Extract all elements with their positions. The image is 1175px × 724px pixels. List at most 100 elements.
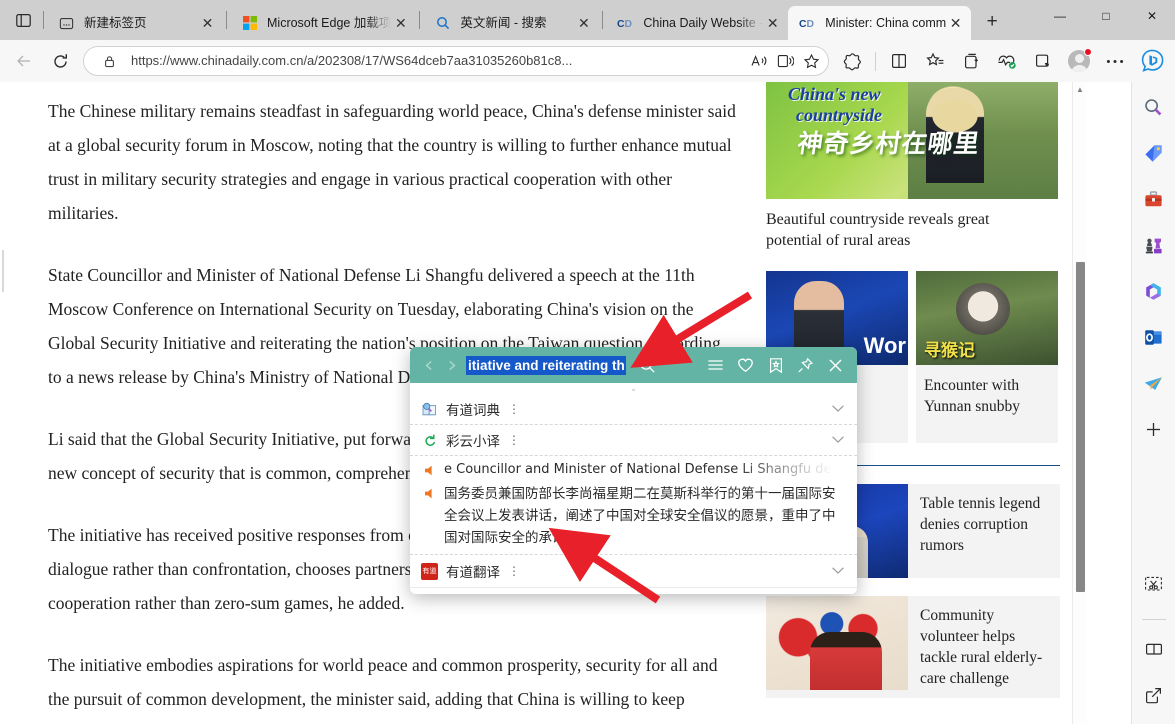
engine-options-icon[interactable]: ⋮ — [508, 565, 520, 577]
list-item-caption: Community volunteer helps tackle rural e… — [920, 607, 1043, 687]
translation-search-input[interactable]: itiative and reiterating th — [466, 355, 626, 375]
chevron-down-icon[interactable] — [831, 402, 845, 416]
pin-icon[interactable] — [792, 352, 819, 379]
tab-close-button[interactable]: ✕ — [946, 14, 965, 33]
hamburger-menu-icon[interactable] — [702, 352, 729, 379]
open-external-icon[interactable] — [1137, 678, 1171, 712]
list-item[interactable]: Community volunteer helps tackle rural e… — [766, 596, 1060, 698]
screenshot-snip-icon[interactable] — [1137, 567, 1171, 601]
caiyun-icon — [420, 431, 439, 450]
china-daily-icon: C D — [617, 15, 634, 32]
ellipsis-more-icon[interactable] — [1099, 45, 1131, 77]
title-bar: 新建标签页 ✕ Microsoft Edge 加载项 ✕ 英文新闻 - 搜索 ✕… — [0, 0, 1175, 40]
page-scrollbar[interactable]: ▲ — [1072, 82, 1087, 724]
tab-close-button[interactable]: ✕ — [763, 14, 782, 33]
refresh-icon[interactable] — [44, 45, 76, 77]
back-arrow-icon[interactable] — [8, 45, 40, 77]
profile-notification-badge — [1084, 48, 1092, 56]
translation-engine-youdao-dict[interactable]: 有道词典 ⋮ — [410, 394, 857, 425]
browser-essentials-icon[interactable] — [836, 45, 868, 77]
banner-caption[interactable]: Beautiful countryside reveals great pote… — [766, 199, 1060, 251]
maximize-button[interactable]: □ — [1083, 0, 1129, 32]
tab-label: 新建标签页 — [84, 15, 147, 30]
tools-briefcase-icon[interactable] — [1137, 182, 1171, 216]
toolbar-divider — [875, 51, 876, 71]
article-paragraph: The Chinese military remains steadfast i… — [48, 101, 736, 223]
chevron-left-icon[interactable] — [418, 354, 440, 376]
browser-window: 新建标签页 ✕ Microsoft Edge 加载项 ✕ 英文新闻 - 搜索 ✕… — [0, 0, 1175, 724]
scrollbar-thumb[interactable] — [1076, 262, 1085, 592]
tab-minister-china-article[interactable]: C D Minister: China comm ✕ — [788, 6, 972, 40]
chevron-down-icon[interactable] — [831, 564, 845, 578]
split-screen-icon[interactable] — [1137, 632, 1171, 666]
edge-sidebar-rail — [1131, 82, 1175, 724]
bookmark-icon[interactable] — [762, 352, 789, 379]
url-text: https://www.chinadaily.com.cn/a/202308/1… — [131, 53, 573, 68]
countryside-banner[interactable]: China's new countryside 神奇乡村在哪里 — [766, 82, 1058, 199]
banner-title-chinese: 神奇乡村在哪里 — [795, 129, 982, 158]
tab-divider — [43, 11, 44, 29]
split-screen-icon[interactable] — [883, 45, 915, 77]
tab-close-button[interactable]: ✕ — [198, 14, 217, 33]
sidebar-tile-monkey[interactable]: Encounter with Yunnan snubby — [916, 271, 1058, 443]
profile-avatar-icon[interactable] — [1063, 45, 1095, 77]
tab-close-button[interactable]: ✕ — [574, 14, 593, 33]
tab-strip: 新建标签页 ✕ Microsoft Edge 加载项 ✕ 英文新闻 - 搜索 ✕… — [0, 0, 1037, 40]
engine-options-icon[interactable]: ⋮ — [508, 403, 520, 415]
engine-name: 彩云小译 — [446, 434, 500, 450]
source-text: e Councillor and Minister of National De… — [444, 462, 845, 477]
source-text-line: e Councillor and Minister of National De… — [420, 460, 845, 480]
tab-english-news-search[interactable]: 英文新闻 - 搜索 ✕ — [423, 6, 599, 40]
translated-text-line: 国务委员兼国防部长李尚福星期二在莫斯科举行的第十一届国际安全会议上发表讲话，阐述… — [420, 483, 845, 549]
tab-china-daily-website[interactable]: C D China Daily Website - ✕ — [606, 6, 788, 40]
scroll-up-arrow-icon[interactable]: ▲ — [1076, 85, 1084, 94]
translation-engine-caiyun[interactable]: 彩云小译 ⋮ — [410, 425, 857, 456]
performance-health-icon[interactable] — [991, 45, 1023, 77]
youdao-dict-icon — [420, 400, 439, 419]
microsoft-logo-icon — [241, 15, 258, 32]
chevron-down-icon[interactable] — [831, 433, 845, 447]
banner-title-line2: countryside — [796, 105, 883, 125]
search-icon[interactable] — [634, 352, 660, 378]
tab-search-icon[interactable] — [6, 3, 40, 37]
new-tab-icon — [58, 15, 75, 32]
add-sidebar-icon[interactable] — [1137, 412, 1171, 446]
close-icon[interactable] — [822, 352, 849, 379]
lock-icon — [96, 48, 122, 74]
engine-options-icon[interactable]: ⋮ — [508, 434, 520, 446]
immersive-reader-icon[interactable] — [772, 48, 798, 74]
tab-new-tab-page[interactable]: 新建标签页 ✕ — [47, 6, 223, 40]
microsoft-365-icon[interactable] — [1137, 274, 1171, 308]
copilot-bing-icon[interactable] — [1135, 44, 1169, 78]
tab-divider — [419, 11, 421, 29]
tab-close-button[interactable]: ✕ — [391, 14, 410, 33]
china-daily-icon: C D — [799, 15, 816, 32]
chevron-right-icon[interactable] — [440, 354, 462, 376]
shopping-tag-icon[interactable] — [1137, 136, 1171, 170]
speaker-icon[interactable] — [422, 463, 437, 478]
heart-icon[interactable] — [732, 352, 759, 379]
bing-search-icon[interactable] — [1137, 90, 1171, 124]
collections-icon[interactable] — [955, 45, 987, 77]
minimize-button[interactable]: — — [1037, 0, 1083, 32]
extensions-icon[interactable] — [1027, 45, 1059, 77]
monkey-photo — [916, 271, 1058, 365]
browser-toolbar: https://www.chinadaily.com.cn/a/202308/1… — [0, 40, 1175, 82]
telegram-send-icon[interactable] — [1137, 366, 1171, 400]
address-bar[interactable]: https://www.chinadaily.com.cn/a/202308/1… — [83, 46, 829, 76]
close-button[interactable]: ✕ — [1129, 0, 1175, 32]
popup-collapse-handle[interactable]: ⌄ — [410, 383, 857, 394]
read-aloud-icon[interactable] — [746, 48, 772, 74]
translation-popup[interactable]: itiative and reiterating th ⌄ 有道词典 ⋮ 彩云小… — [410, 347, 857, 594]
favorites-list-icon[interactable] — [919, 45, 951, 77]
translation-engine-youdao-translate[interactable]: 有道 有道翻译 ⋮ — [410, 554, 857, 587]
engine-name: 有道翻译 — [446, 565, 500, 581]
star-favorite-icon[interactable] — [798, 48, 824, 74]
new-tab-button[interactable]: + — [977, 7, 1007, 37]
tab-label: Microsoft Edge 加载项 — [267, 15, 392, 30]
outlook-icon[interactable] — [1137, 320, 1171, 354]
tab-divider — [602, 11, 604, 29]
games-chess-icon[interactable] — [1137, 228, 1171, 262]
speaker-icon[interactable] — [422, 486, 437, 501]
tab-edge-addons[interactable]: Microsoft Edge 加载项 ✕ — [230, 6, 416, 40]
